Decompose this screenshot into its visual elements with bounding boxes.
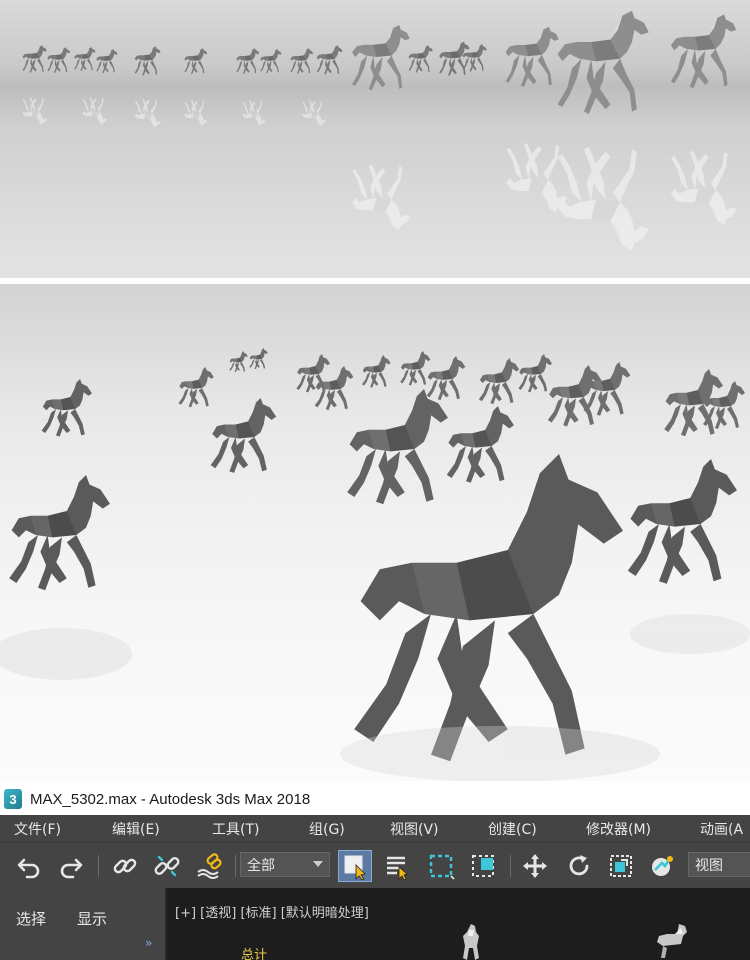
select-move-icon[interactable] bbox=[518, 850, 552, 882]
menu-file[interactable]: 文件(F) bbox=[14, 819, 61, 839]
midground-horses bbox=[41, 379, 514, 505]
viewport-label[interactable]: [+] [透视] [标准] [默认明暗处理] bbox=[175, 902, 369, 921]
viewport-horse-model bbox=[657, 924, 687, 958]
select-by-name-icon[interactable] bbox=[380, 850, 414, 882]
render-image-top bbox=[0, 0, 750, 278]
statistics-total-label: 总计 bbox=[241, 948, 268, 960]
unlink-icon[interactable] bbox=[150, 850, 184, 882]
main-toolbar: 全部 视图 bbox=[0, 842, 750, 888]
render-image-bottom bbox=[0, 284, 750, 781]
menu-create[interactable]: 创建(C) bbox=[488, 819, 537, 839]
3ds-max-app-icon[interactable]: 3 bbox=[4, 789, 22, 809]
viewport-horse-model bbox=[463, 924, 479, 960]
selection-filter-value: 全部 bbox=[247, 857, 275, 874]
scene-explorer-panel: 选择 显示 » bbox=[0, 888, 165, 960]
large-reflections bbox=[352, 143, 737, 251]
tab-select[interactable]: 选择 bbox=[16, 908, 46, 929]
menu-views[interactable]: 视图(V) bbox=[390, 819, 439, 839]
menu-modifiers[interactable]: 修改器(M) bbox=[586, 819, 651, 839]
select-object-icon[interactable] bbox=[338, 850, 372, 882]
perspective-viewport[interactable]: [+] [透视] [标准] [默认明暗处理] 总计 bbox=[165, 888, 750, 960]
toolbar-divider bbox=[510, 855, 511, 877]
horse-herd-reflection-scene bbox=[22, 10, 737, 251]
toolbar-divider bbox=[235, 855, 236, 877]
foreground-horses bbox=[9, 454, 737, 762]
undo-icon[interactable] bbox=[12, 850, 46, 882]
window-titlebar: 3 MAX_5302.max - Autodesk 3ds Max 2018 bbox=[0, 783, 750, 815]
page: 3 MAX_5302.max - Autodesk 3ds Max 2018 文… bbox=[0, 0, 750, 960]
selection-filter-dropdown[interactable]: 全部 bbox=[240, 852, 330, 877]
redo-icon[interactable] bbox=[54, 850, 88, 882]
reference-coordinate-dropdown[interactable]: 视图 bbox=[688, 852, 750, 877]
select-rotate-icon[interactable] bbox=[562, 850, 596, 882]
menu-animation[interactable]: 动画(A bbox=[700, 819, 743, 839]
near-horses bbox=[352, 10, 737, 114]
select-scale-icon[interactable] bbox=[604, 850, 638, 882]
link-icon[interactable] bbox=[108, 850, 142, 882]
window-crossing-icon[interactable] bbox=[466, 850, 500, 882]
selection-center-icon[interactable] bbox=[646, 850, 680, 882]
tab-display[interactable]: 显示 bbox=[77, 908, 107, 929]
menu-edit[interactable]: 编辑(E) bbox=[112, 819, 160, 839]
toolbar-divider bbox=[98, 855, 99, 877]
menubar: 文件(F) 编辑(E) 工具(T) 组(G) 视图(V) 创建(C) 修改器(M… bbox=[0, 815, 750, 842]
menu-group[interactable]: 组(G) bbox=[309, 819, 345, 839]
reference-coordinate-value: 视图 bbox=[695, 857, 723, 874]
floor-shadows bbox=[0, 614, 750, 781]
menu-tools[interactable]: 工具(T) bbox=[212, 819, 259, 839]
chevron-down-icon bbox=[313, 861, 323, 867]
window-title: MAX_5302.max - Autodesk 3ds Max 2018 bbox=[30, 790, 311, 808]
bind-space-warp-icon[interactable] bbox=[192, 850, 226, 882]
galloping-horses-scene bbox=[0, 348, 750, 781]
distant-horses bbox=[22, 41, 487, 76]
rectangular-selection-region-icon[interactable] bbox=[424, 850, 458, 882]
floor-reflections bbox=[22, 97, 326, 128]
expand-panel-icon[interactable]: » bbox=[145, 936, 152, 950]
